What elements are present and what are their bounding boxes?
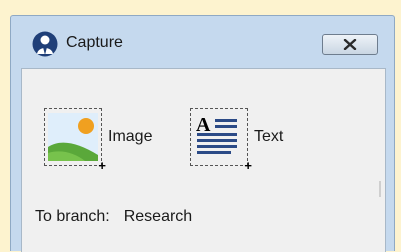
image-option-label: Image	[108, 128, 153, 145]
close-icon	[343, 39, 357, 50]
text-document-icon: A	[196, 114, 237, 154]
scroll-indicator	[379, 181, 381, 197]
title-bar: Capture	[11, 16, 394, 68]
text-thumb: A +	[190, 108, 252, 172]
close-button[interactable]	[322, 34, 378, 55]
capture-panel: + Image A + Text To branch: Research	[21, 68, 386, 252]
add-plus-icon: +	[98, 158, 106, 173]
add-plus-icon: +	[244, 158, 252, 173]
capture-window: Capture + Image A + Text To branch: Rese…	[10, 15, 395, 252]
image-option[interactable]: + Image	[44, 108, 153, 172]
branch-info: To branch: Research	[35, 208, 192, 226]
text-option[interactable]: A + Text	[190, 108, 284, 172]
branch-label: To branch:	[35, 208, 110, 225]
branch-value[interactable]: Research	[124, 208, 192, 225]
text-option-label: Text	[254, 128, 284, 145]
svg-text:A: A	[196, 114, 211, 136]
onenote-avatar-icon	[32, 31, 58, 57]
window-title: Capture	[66, 34, 123, 51]
image-icon	[48, 113, 98, 161]
image-thumb: +	[44, 108, 106, 172]
